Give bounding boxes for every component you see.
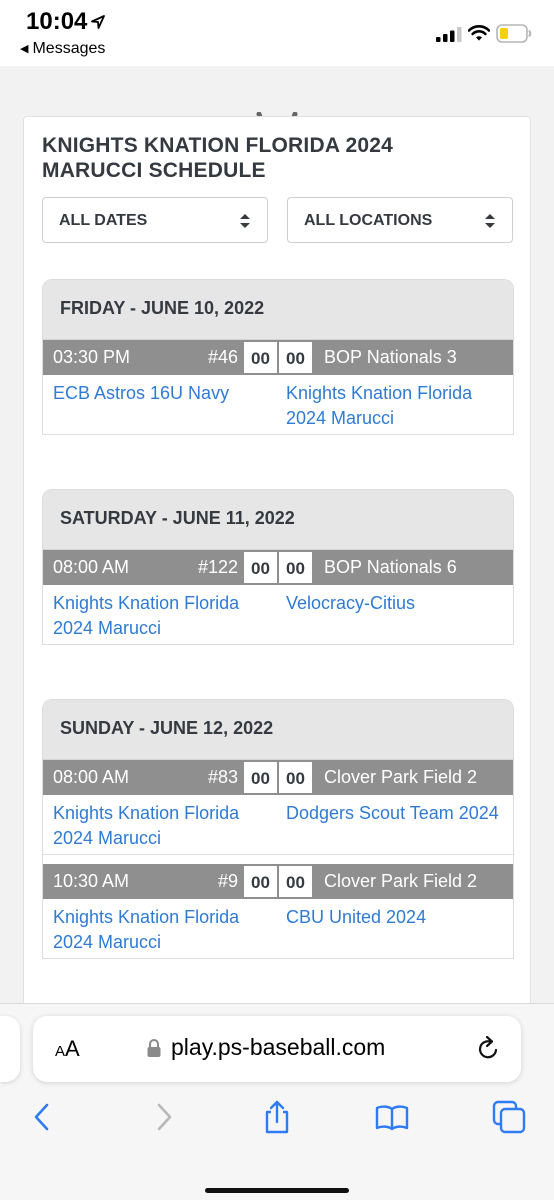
game-row: 03:30 PM #46 00 00 BOP Nationals 3 ECB A… [43, 340, 513, 434]
address-bar[interactable]: AA play.ps-baseball.com [33, 1016, 521, 1082]
game-divider [43, 854, 513, 864]
game-time: 03:30 PM [53, 347, 131, 367]
game-teams: ECB Astros 16U Navy Knights Knation Flor… [43, 375, 513, 434]
team-a-link[interactable]: Knights Knation Florida 2024 Marucci [53, 591, 273, 641]
day-group-saturday: SATURDAY - JUNE 11, 2022 08:00 AM #122 0… [42, 489, 514, 645]
day-label: SUNDAY - JUNE 12, 2022 [60, 718, 274, 738]
dates-filter-value: ALL DATES [59, 212, 148, 229]
status-time: 10:04 [26, 8, 88, 35]
wifi-icon [468, 25, 490, 41]
game-time: 08:00 AM [53, 557, 130, 577]
team-a-link[interactable]: Knights Knation Florida 2024 Marucci [53, 905, 273, 955]
text-size-button[interactable]: AA [55, 1036, 80, 1062]
browser-bottom-bar: AA play.ps-baseball.com [0, 1003, 554, 1200]
game-number: #122 [197, 557, 238, 577]
score-team-b: 00 [278, 551, 313, 584]
back-icon[interactable] [26, 1100, 60, 1134]
day-label: SATURDAY - JUNE 11, 2022 [60, 508, 295, 528]
score-team-a: 00 [243, 551, 278, 584]
share-icon[interactable] [260, 1100, 294, 1134]
reload-icon[interactable] [477, 1034, 501, 1062]
game-teams: Knights Knation Florida 2024 Marucci Vel… [43, 585, 513, 644]
day-group-sunday: SUNDAY - JUNE 12, 2022 08:00 AM #83 00 0… [42, 699, 514, 959]
team-b-link[interactable]: CBU United 2024 [286, 905, 506, 930]
day-header: SATURDAY - JUNE 11, 2022 [43, 490, 513, 550]
locations-filter-select[interactable]: ALL LOCATIONS [287, 197, 513, 243]
game-time: 08:00 AM [53, 767, 130, 787]
game-row: 08:00 AM #122 00 00 BOP Nationals 6 Knig… [43, 550, 513, 644]
signal-icon [436, 27, 462, 42]
game-row: 10:30 AM #9 00 00 Clover Park Field 2 Kn… [43, 864, 513, 958]
game-info-bar: 10:30 AM #9 00 00 Clover Park Field 2 [43, 864, 513, 899]
score-team-b: 00 [278, 865, 313, 898]
game-teams: Knights Knation Florida 2024 Marucci Dod… [43, 795, 513, 854]
game-info-bar: 08:00 AM #122 00 00 BOP Nationals 6 [43, 550, 513, 585]
team-a-link[interactable]: ECB Astros 16U Navy [53, 381, 273, 406]
location-arrow-icon [91, 15, 105, 29]
tabs-icon[interactable] [492, 1100, 526, 1134]
day-label: FRIDAY - JUNE 10, 2022 [60, 298, 265, 318]
locations-filter-value: ALL LOCATIONS [304, 212, 433, 229]
select-arrows-icon [485, 214, 495, 228]
game-info-bar: 03:30 PM #46 00 00 BOP Nationals 3 [43, 340, 513, 375]
score-team-a: 00 [243, 341, 278, 374]
team-b-link[interactable]: Knights Knation Florida 2024 Marucci [286, 381, 506, 431]
day-header: SUNDAY - JUNE 12, 2022 [43, 700, 513, 760]
dates-filter-select[interactable]: ALL DATES [42, 197, 268, 243]
team-b-link[interactable]: Dodgers Scout Team 2024 [286, 801, 506, 826]
game-location: Clover Park Field 2 [324, 767, 478, 787]
back-app-label: Messages [32, 40, 106, 57]
score-team-b: 00 [278, 761, 313, 794]
score-team-b: 00 [278, 341, 313, 374]
game-number: #46 [207, 347, 238, 367]
game-teams: Knights Knation Florida 2024 Marucci CBU… [43, 899, 513, 958]
game-location: BOP Nationals 3 [324, 347, 457, 367]
forward-icon[interactable] [146, 1100, 180, 1134]
bookmarks-icon[interactable] [375, 1100, 409, 1134]
day-header: FRIDAY - JUNE 10, 2022 [43, 280, 513, 340]
game-row: 08:00 AM #83 00 00 Clover Park Field 2 K… [43, 760, 513, 854]
game-location: BOP Nationals 6 [324, 557, 457, 577]
home-indicator [205, 1188, 349, 1193]
game-time: 10:30 AM [53, 871, 130, 891]
game-number: #9 [217, 871, 238, 891]
previous-tab-peek[interactable] [0, 1016, 20, 1082]
game-number: #83 [207, 767, 238, 787]
score-team-a: 00 [243, 761, 278, 794]
team-a-link[interactable]: Knights Knation Florida 2024 Marucci [53, 801, 273, 851]
score-team-a: 00 [243, 865, 278, 898]
back-to-app-link[interactable]: ◀ Messages [20, 40, 105, 58]
lock-icon [147, 1039, 161, 1057]
url-text: play.ps-baseball.com [171, 1034, 386, 1060]
team-b-link[interactable]: Velocracy-Citius [286, 591, 506, 616]
battery-icon [496, 24, 532, 43]
status-bar: 10:04 ◀ Messages [0, 0, 554, 66]
game-info-bar: 08:00 AM #83 00 00 Clover Park Field 2 [43, 760, 513, 795]
schedule-title: KNIGHTS KNATION FLORIDA 2024 MARUCCI SCH… [42, 134, 393, 182]
back-triangle-icon: ◀ [20, 43, 29, 55]
schedule-card: KNIGHTS KNATION FLORIDA 2024 MARUCCI SCH… [23, 116, 531, 1016]
game-location: Clover Park Field 2 [324, 871, 478, 891]
select-arrows-icon [240, 214, 250, 228]
day-group-friday: FRIDAY - JUNE 10, 2022 03:30 PM #46 00 0… [42, 279, 514, 435]
